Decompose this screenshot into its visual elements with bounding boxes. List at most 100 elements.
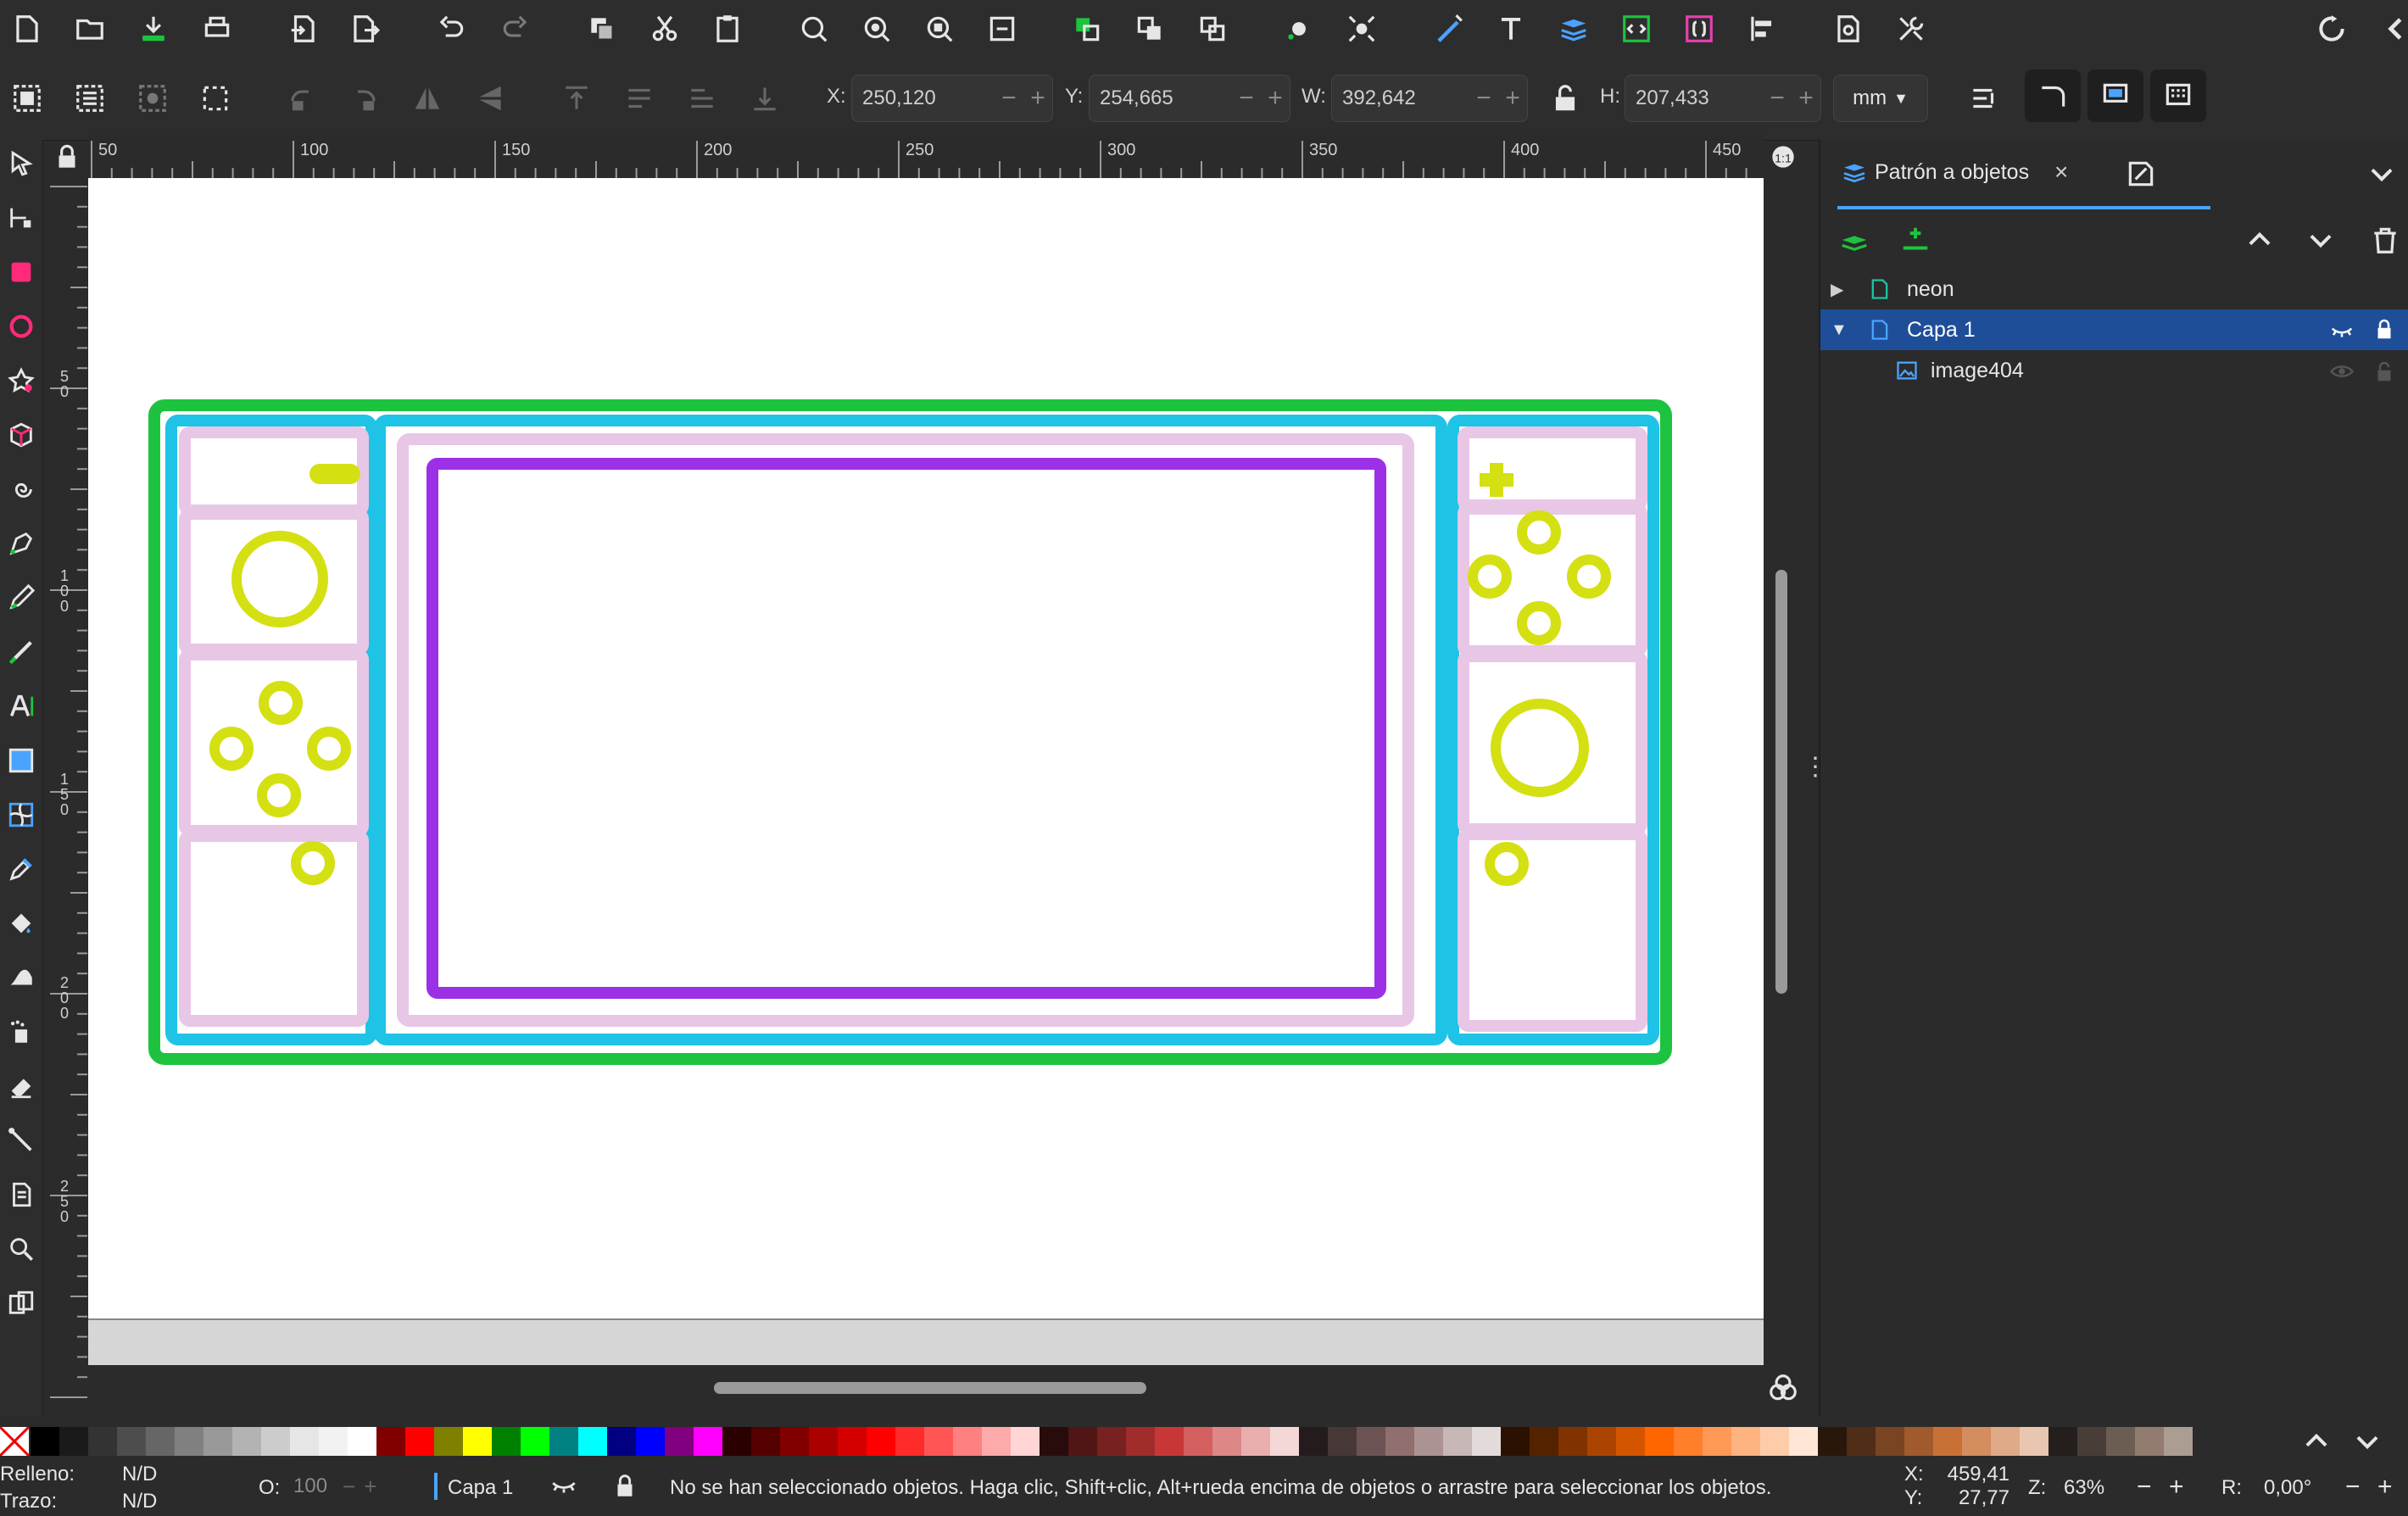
plus-icon[interactable]: + — [364, 1474, 376, 1500]
color-swatch[interactable] — [895, 1427, 924, 1456]
collapse-icon[interactable] — [2374, 7, 2408, 51]
color-swatch[interactable] — [953, 1427, 982, 1456]
snap-icon[interactable] — [1340, 7, 1384, 51]
unit-select[interactable]: mm ▼ — [1833, 75, 1928, 122]
tweak-tool-icon[interactable] — [0, 954, 42, 1001]
no-paint-swatch[interactable] — [0, 1425, 31, 1457]
layer-row-neon[interactable]: ▶ neon — [1820, 269, 2408, 309]
align-icon[interactable] — [1740, 7, 1784, 51]
color-swatch[interactable] — [31, 1427, 59, 1456]
color-swatch[interactable] — [1241, 1427, 1270, 1456]
invert-selection-icon[interactable] — [131, 76, 175, 120]
color-swatch[interactable] — [2048, 1427, 2077, 1456]
color-swatch[interactable] — [319, 1427, 348, 1456]
color-swatch[interactable] — [2106, 1427, 2135, 1456]
color-swatch[interactable] — [376, 1427, 405, 1456]
color-swatch[interactable] — [59, 1427, 88, 1456]
plus-icon[interactable]: + — [1792, 84, 1820, 113]
open-icon[interactable] — [68, 7, 112, 51]
chevron-down-icon[interactable] — [2360, 152, 2404, 196]
measure-tool-icon[interactable] — [0, 1279, 42, 1327]
opacity-field[interactable]: 100 − + — [283, 1468, 402, 1505]
zoom-out-icon[interactable]: − — [2137, 1473, 2152, 1502]
zoom-page-width-icon[interactable] — [980, 7, 1024, 51]
h-field[interactable]: 207,433− + — [1625, 75, 1821, 122]
color-swatch[interactable] — [2020, 1427, 2048, 1456]
color-swatch[interactable] — [751, 1427, 780, 1456]
minus-icon[interactable]: − — [1469, 84, 1498, 113]
zoom-selection-icon[interactable] — [792, 7, 836, 51]
rotate-plus-icon[interactable]: + — [2377, 1473, 2393, 1502]
move-up-icon[interactable] — [2238, 218, 2282, 262]
color-swatch[interactable] — [665, 1427, 694, 1456]
expand-arrow-icon[interactable]: ▶ — [1831, 279, 1851, 300]
plus-icon[interactable]: + — [1261, 84, 1290, 113]
gradient-tool-icon[interactable] — [0, 737, 42, 784]
drawing[interactable] — [88, 178, 1764, 1318]
fill-stroke-icon[interactable] — [1426, 7, 1470, 51]
minus-icon[interactable]: − — [995, 84, 1023, 113]
text-tool-icon[interactable] — [0, 683, 42, 730]
add-sublayer-icon[interactable] — [1893, 218, 1937, 262]
plus-icon[interactable]: + — [1023, 84, 1052, 113]
w-field[interactable]: 392,642− + — [1331, 75, 1528, 122]
dropper-tool-icon[interactable] — [0, 845, 42, 893]
color-swatch[interactable] — [694, 1427, 722, 1456]
guide-lock-icon[interactable] — [47, 136, 87, 178]
color-swatch[interactable] — [463, 1427, 492, 1456]
unlock-icon[interactable] — [2372, 359, 2397, 384]
x-value[interactable]: 250,120 — [852, 86, 995, 110]
deselect-icon[interactable] — [193, 76, 237, 120]
ellipse-tool-icon[interactable] — [0, 303, 42, 350]
color-swatch[interactable] — [2164, 1427, 2193, 1456]
y-field[interactable]: 254,665− + — [1089, 75, 1290, 122]
export-icon[interactable] — [343, 7, 387, 51]
pages-tool-icon[interactable] — [0, 1171, 42, 1218]
color-swatch[interactable] — [2135, 1427, 2164, 1456]
color-swatch[interactable] — [232, 1427, 261, 1456]
sync-icon[interactable] — [2310, 7, 2354, 51]
add-layer-icon[interactable] — [1832, 218, 1876, 262]
layer-row-capa1[interactable]: ▼ Capa 1 — [1820, 309, 2408, 350]
color-swatch[interactable] — [1731, 1427, 1760, 1456]
layer-label[interactable]: neon — [1907, 277, 1954, 302]
zoom-correction-icon[interactable]: 1:1 — [1764, 136, 1803, 178]
color-swatch[interactable] — [1789, 1427, 1818, 1456]
color-swatch[interactable] — [578, 1427, 607, 1456]
minus-icon[interactable]: − — [1763, 84, 1792, 113]
spray-tool-icon[interactable] — [0, 1008, 42, 1056]
color-swatch[interactable] — [2077, 1427, 2106, 1456]
move-down-icon[interactable] — [2299, 218, 2343, 262]
color-swatch[interactable] — [1385, 1427, 1414, 1456]
undo-icon[interactable] — [429, 7, 473, 51]
spiral-tool-icon[interactable] — [0, 465, 42, 513]
zoom-tool-icon[interactable] — [0, 1225, 42, 1273]
color-swatch[interactable] — [1587, 1427, 1616, 1456]
eraser-tool-icon[interactable] — [0, 1062, 42, 1110]
new-document-icon[interactable] — [5, 7, 49, 51]
layer-label[interactable]: Capa 1 — [1907, 318, 1976, 343]
color-swatch[interactable] — [1068, 1427, 1097, 1456]
color-swatch[interactable] — [405, 1427, 434, 1456]
select-all-layers-icon[interactable] — [68, 76, 112, 120]
color-swatch[interactable] — [1414, 1427, 1443, 1456]
color-swatch[interactable] — [1212, 1427, 1241, 1456]
color-swatch[interactable] — [434, 1427, 463, 1456]
rotate-minus-icon[interactable]: − — [2345, 1473, 2361, 1502]
collapse-arrow-icon[interactable]: ▼ — [1831, 320, 1851, 340]
h-value[interactable]: 207,433 — [1625, 86, 1763, 110]
color-swatch[interactable] — [1760, 1427, 1789, 1456]
color-swatch[interactable] — [1443, 1427, 1472, 1456]
preferences-icon[interactable] — [1889, 7, 1933, 51]
rectangle-tool-icon[interactable] — [0, 248, 42, 296]
page[interactable] — [88, 178, 1764, 1320]
3d-box-tool-icon[interactable] — [0, 411, 42, 459]
node-icon[interactable] — [1277, 7, 1321, 51]
color-swatch[interactable] — [809, 1427, 838, 1456]
minus-icon[interactable]: − — [1232, 84, 1261, 113]
color-swatch[interactable] — [924, 1427, 953, 1456]
select-all-icon[interactable] — [5, 76, 49, 120]
duplicate-icon[interactable] — [580, 7, 624, 51]
color-swatch[interactable] — [1011, 1427, 1040, 1456]
color-swatch[interactable] — [1501, 1427, 1530, 1456]
